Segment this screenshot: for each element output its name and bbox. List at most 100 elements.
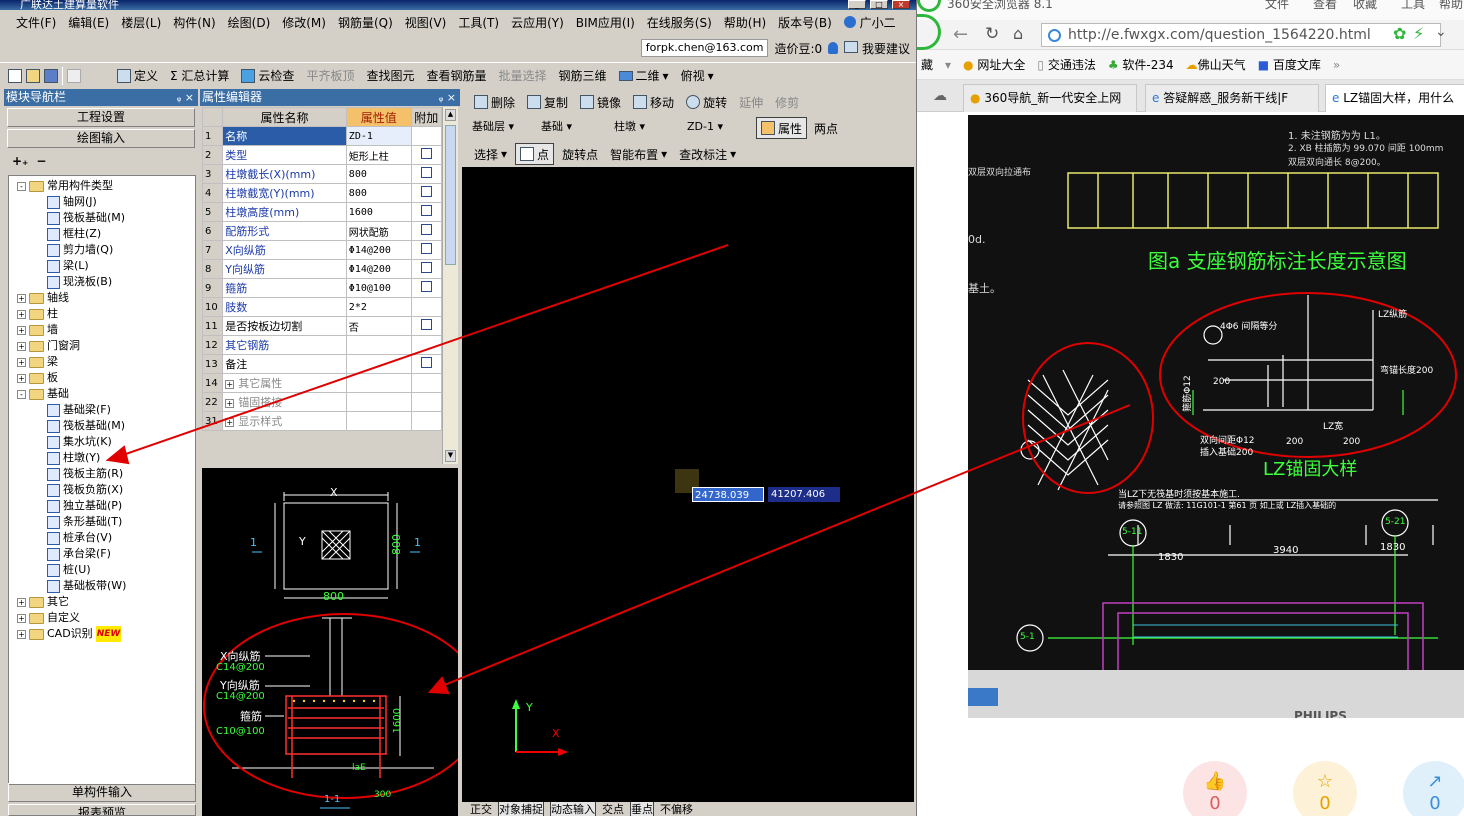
tree-leaf[interactable]: 梁(L) — [47, 258, 89, 274]
account-dropdown[interactable]: forpk.chen@163.com — [640, 39, 769, 57]
batch-select-button[interactable]: 批量选择 — [494, 65, 550, 87]
menu-edit[interactable]: 编辑(E) — [62, 14, 115, 31]
extra-checkbox[interactable] — [420, 281, 432, 292]
menu-component[interactable]: 构件(N) — [167, 14, 221, 31]
tree-leaf[interactable]: 条形基础(T) — [47, 514, 122, 530]
browser-tab-0[interactable]: ● 360导航_新一代安全上网 — [963, 84, 1137, 112]
expand-icon[interactable]: + — [17, 293, 26, 303]
extra-checkbox[interactable] — [420, 243, 432, 254]
property-value[interactable]: 否 — [345, 316, 412, 336]
property-value[interactable]: Φ14@200 — [345, 259, 412, 279]
new-file-icon[interactable] — [8, 68, 22, 83]
undo-icon[interactable] — [67, 68, 81, 83]
fav-item-4[interactable]: ■ 百度文库 — [1258, 56, 1321, 73]
collapse-icon[interactable]: - — [17, 181, 26, 191]
security-icon[interactable]: ✿ — [1393, 24, 1406, 43]
property-row[interactable]: 3 柱墩截长(X)(mm) 800 — [201, 164, 443, 184]
property-row[interactable]: 5 柱墩高度(mm) 1600 — [201, 202, 443, 222]
expand-icon[interactable]: + — [225, 418, 235, 427]
tree-leaf[interactable]: 剪力墙(Q) — [47, 242, 113, 258]
expand-all-icon[interactable]: +₊ — [12, 154, 28, 168]
top-view-dropdown[interactable]: 俯视 ▾ — [677, 65, 718, 87]
minimize-button[interactable]: _ — [848, 0, 866, 9]
collapse-all-icon[interactable]: − — [36, 154, 46, 168]
property-row[interactable]: 8 Y向纵筋 Φ14@200 — [201, 259, 443, 279]
offset-dropdown[interactable]: 不偏移 — [660, 802, 693, 816]
coord-y-input[interactable]: 41207.406 — [768, 487, 840, 502]
url-input[interactable]: http://e.fwxgx.com/question_1564220.html — [1041, 23, 1441, 47]
expand-icon[interactable]: + — [17, 613, 26, 623]
property-row[interactable]: 9 箍筋 Φ10@100 — [201, 278, 443, 298]
expand-icon[interactable]: + — [17, 325, 26, 335]
align-slab-button[interactable]: 平齐板顶 — [302, 65, 358, 87]
attribute-button[interactable]: 属性 — [756, 117, 808, 139]
close-button[interactable]: × — [892, 0, 910, 9]
url-dropdown-icon[interactable]: ⌄ — [1435, 24, 1447, 40]
property-row[interactable]: 13 备注 — [201, 354, 443, 374]
tree-folder[interactable]: + CAD识别 NEW — [17, 626, 122, 642]
type-dropdown[interactable]: 柱墩 ▾ — [610, 119, 680, 137]
property-value[interactable]: 800 — [345, 164, 412, 184]
menu-assistant[interactable]: 广小二 — [838, 14, 902, 31]
property-value[interactable]: Φ10@100 — [345, 278, 412, 298]
expand-icon[interactable]: + — [17, 373, 26, 383]
property-row[interactable]: 12 其它钢筋 — [201, 335, 443, 355]
tree-leaf[interactable]: 桩承台(V) — [47, 530, 112, 546]
save-icon[interactable] — [44, 68, 58, 83]
drawing-input-button[interactable]: 绘图输入 — [7, 129, 195, 148]
property-value[interactable]: Φ14@200 — [345, 240, 412, 260]
select-button[interactable]: 选择 ▾ — [470, 143, 511, 165]
property-value[interactable]: 800 — [345, 183, 412, 203]
project-settings-button[interactable]: 工程设置 — [7, 108, 195, 127]
menu-view[interactable]: 视图(V) — [399, 14, 453, 31]
refresh-icon[interactable]: ↻ — [985, 24, 999, 44]
property-row[interactable]: 31 + 显示样式 — [201, 411, 443, 431]
tree-leaf[interactable]: 承台梁(F) — [47, 546, 111, 562]
dynamic-input-toggle[interactable]: 动态输入 — [550, 802, 596, 816]
tree-leaf[interactable]: 基础梁(F) — [47, 402, 111, 418]
view-2d-dropdown[interactable]: 二维 ▾ — [615, 65, 673, 87]
cloud-icon[interactable]: ☁ — [933, 88, 947, 104]
favorite-button[interactable]: ☆ 0 — [1293, 761, 1357, 816]
single-component-button[interactable]: 单构件输入 — [8, 783, 196, 802]
tree-folder[interactable]: + 自定义 — [17, 610, 80, 626]
suggest-button[interactable]: 我要建议 — [844, 40, 910, 57]
osnap-toggle[interactable]: 对象捕捉 — [498, 802, 544, 816]
define-button[interactable]: 定义 — [113, 65, 162, 87]
delete-button[interactable]: 删除 — [470, 91, 519, 113]
tree-leaf[interactable]: 筏板负筋(X) — [47, 482, 123, 498]
expand-icon[interactable]: + — [225, 399, 235, 408]
rebar-3d-button[interactable]: 钢筋三维 — [555, 65, 611, 87]
tree-leaf[interactable]: 轴网(J) — [47, 194, 97, 210]
extra-checkbox[interactable] — [420, 167, 432, 178]
tree-leaf[interactable]: 基础板带(W) — [47, 578, 126, 594]
extra-checkbox[interactable] — [420, 357, 432, 368]
open-folder-icon[interactable] — [26, 68, 40, 83]
summary-calc-button[interactable]: Σ 汇总计算 — [166, 65, 233, 87]
expand-icon[interactable]: + — [17, 309, 26, 319]
browser-menu-help[interactable]: 帮助 — [1439, 0, 1463, 12]
bell-icon[interactable] — [828, 42, 839, 54]
tree-folder[interactable]: - 基础 — [17, 386, 69, 402]
expand-icon[interactable]: + — [225, 380, 235, 389]
property-value[interactable] — [345, 354, 412, 374]
property-row[interactable]: 4 柱墩截宽(Y)(mm) 800 — [201, 183, 443, 203]
tree-leaf[interactable]: 集水坑(K) — [47, 434, 112, 450]
share-button[interactable]: ↗ 0 — [1403, 761, 1464, 816]
property-value[interactable]: 网状配筋 — [345, 221, 412, 241]
tree-folder[interactable]: + 柱 — [17, 306, 58, 322]
property-value[interactable] — [345, 335, 412, 355]
trim-button[interactable]: 修剪 — [771, 91, 803, 113]
browser-tab-2[interactable]: e LZ锚固大样，用什么 — [1325, 84, 1464, 112]
smart-layout-button[interactable]: 智能布置 ▾ — [606, 143, 671, 165]
property-row[interactable]: 1 名称 ZD-1 — [201, 126, 443, 146]
prop-scrollbar[interactable]: ▲ ▼ — [442, 107, 458, 464]
menu-file[interactable]: 文件(F) — [10, 14, 62, 31]
browser-menu-tools[interactable]: 工具 — [1401, 0, 1425, 12]
tree-folder[interactable]: + 轴线 — [17, 290, 69, 306]
property-row[interactable]: 6 配筋形式 网状配筋 — [201, 221, 443, 241]
collapse-icon[interactable]: - — [17, 389, 26, 399]
menu-version[interactable]: 版本号(B) — [772, 14, 838, 31]
like-button[interactable]: 👍 0 — [1183, 761, 1247, 816]
menu-floor[interactable]: 楼层(L) — [115, 14, 167, 31]
